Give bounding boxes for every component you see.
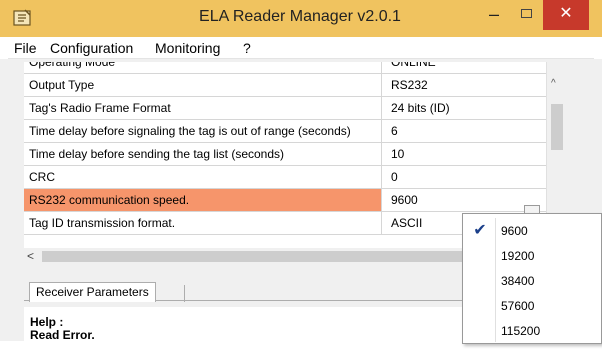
speed-option-115200[interactable]: 115200: [463, 318, 601, 343]
grid-row-name: Time delay before signaling the tag is o…: [24, 120, 382, 142]
grid-row-value[interactable]: 10: [387, 143, 545, 165]
speed-option-19200[interactable]: 19200: [463, 243, 601, 268]
maximize-icon: [520, 9, 532, 18]
grid-row-value[interactable]: 9600: [387, 189, 545, 211]
minimize-icon: –: [488, 4, 499, 24]
grid-row-operating-mode[interactable]: Operating Mode ONLINE: [24, 62, 546, 74]
grid-row-name: Tag ID transmission format.: [24, 212, 382, 234]
grid-row-name: Time delay before sending the tag list (…: [24, 143, 382, 165]
tab-divider: [184, 285, 190, 302]
scroll-thumb[interactable]: [551, 104, 563, 150]
grid-row-value[interactable]: 6: [387, 120, 545, 142]
grid-row-name: Operating Mode: [24, 62, 382, 73]
grid-row-value[interactable]: 0: [387, 166, 545, 188]
option-label: 19200: [501, 249, 535, 263]
grid-row-value[interactable]: 24 bits (ID): [387, 97, 545, 119]
grid-row-rs232-speed[interactable]: RS232 communication speed. 9600: [24, 189, 546, 212]
grid-row-output-type[interactable]: Output Type RS232: [24, 74, 546, 97]
scroll-thumb-horizontal[interactable]: [42, 251, 462, 262]
speed-option-38400[interactable]: 38400: [463, 268, 601, 293]
maximize-button[interactable]: [510, 0, 542, 30]
grid-row-value[interactable]: ONLINE: [387, 62, 545, 73]
speed-dropdown-list: ✔ 9600 19200 38400 57600 115200: [462, 213, 602, 344]
menu-bar: File Configuration Monitoring ?: [8, 37, 594, 59]
option-label: 57600: [501, 299, 535, 313]
menu-file[interactable]: File: [14, 40, 37, 56]
scroll-up-icon[interactable]: ^: [551, 78, 556, 89]
option-label: 9600: [501, 224, 528, 238]
grid-row-tag-list-delay[interactable]: Time delay before sending the tag list (…: [24, 143, 546, 166]
grid-row-out-of-range-delay[interactable]: Time delay before signaling the tag is o…: [24, 120, 546, 143]
minimize-button[interactable]: –: [478, 0, 510, 30]
grid-row-name: Output Type: [24, 74, 382, 96]
menu-configuration[interactable]: Configuration: [50, 40, 133, 56]
close-icon: ✕: [559, 5, 573, 22]
reader-app-icon: [13, 9, 31, 26]
help-text: Read Error.: [30, 328, 95, 342]
grid-row-value[interactable]: RS232: [387, 74, 545, 96]
close-button[interactable]: ✕: [543, 0, 589, 30]
title-bar[interactable]: ELA Reader Manager v2.0.1 – ✕: [0, 0, 602, 37]
check-icon: ✔: [473, 222, 487, 239]
speed-option-9600[interactable]: ✔ 9600: [463, 218, 601, 243]
menu-monitoring[interactable]: Monitoring: [155, 40, 220, 56]
speed-option-57600[interactable]: 57600: [463, 293, 601, 318]
option-label: 115200: [501, 324, 541, 338]
window-title: ELA Reader Manager v2.0.1: [199, 8, 401, 25]
option-label: 38400: [501, 274, 535, 288]
menu-help[interactable]: ?: [243, 40, 251, 56]
help-title: Help :: [30, 315, 64, 329]
scroll-left-icon[interactable]: <: [27, 248, 34, 265]
tab-receiver-parameters[interactable]: Receiver Parameters: [29, 282, 156, 302]
grid-row-name: CRC: [24, 166, 382, 188]
grid-row-crc[interactable]: CRC 0: [24, 166, 546, 189]
grid-row-radio-frame-format[interactable]: Tag's Radio Frame Format 24 bits (ID): [24, 97, 546, 120]
grid-row-name: Tag's Radio Frame Format: [24, 97, 382, 119]
grid-row-name: RS232 communication speed.: [24, 189, 382, 211]
